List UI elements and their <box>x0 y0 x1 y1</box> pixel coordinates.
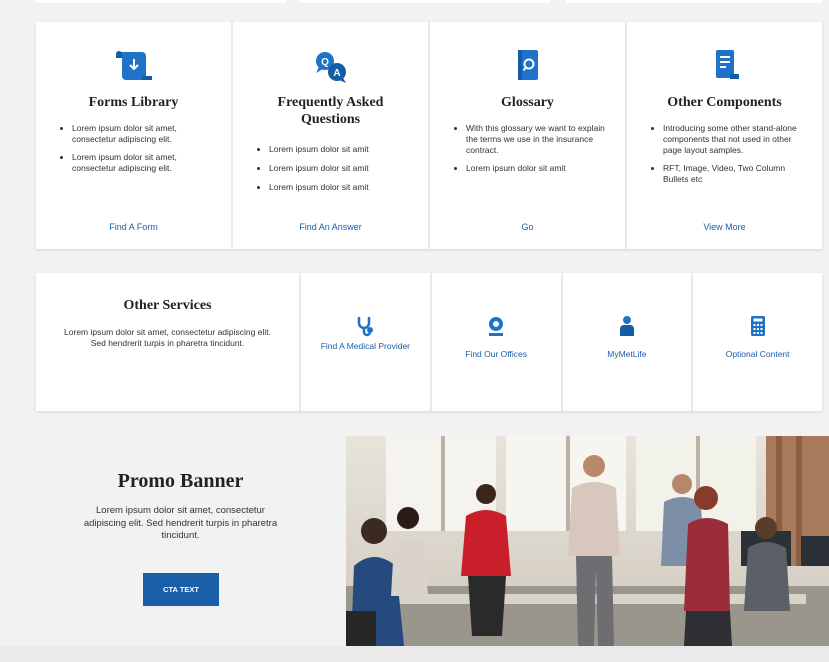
svg-text:Q: Q <box>321 57 329 68</box>
location-pin-icon <box>489 317 504 336</box>
bullet-list: With this glossary we want to explain th… <box>448 123 607 174</box>
top-strip-segment <box>36 0 286 3</box>
card-title: Glossary <box>501 95 554 110</box>
promo-title: Promo Banner <box>117 470 244 492</box>
list-item: Lorem ipsum dolor sit amit <box>269 163 410 174</box>
promo-banner: Promo Banner Lorem ipsum dolor sit amet,… <box>0 436 829 646</box>
other-services-row: Other Services Lorem ipsum dolor sit ame… <box>36 273 822 411</box>
cta-button[interactable]: CTA TEXT <box>143 573 219 606</box>
card-title: Frequently Asked Questions <box>277 95 384 127</box>
list-item: RFT, Image, Video, Two Column Bullets et… <box>663 163 804 185</box>
list-item: Lorem ipsum dolor sit amet, consectetur … <box>72 123 213 145</box>
user-icon <box>619 316 634 336</box>
bullet-list: Introducing some other stand-alone compo… <box>645 123 804 185</box>
calculator-icon <box>750 316 765 336</box>
promo-description: Lorem ipsum dolor sit amet, consectetur … <box>83 505 278 541</box>
service-find-medical-provider[interactable]: Find A Medical Provider <box>301 273 430 411</box>
qa-bubbles-icon: Q A <box>315 52 346 83</box>
card-other-components: Other Components Introducing some other … <box>627 22 822 249</box>
service-mymetlife[interactable]: MyMetLife <box>562 273 692 411</box>
promo-text: Promo Banner Lorem ipsum dolor sit amet,… <box>14 436 347 646</box>
stethoscope-icon <box>358 317 374 337</box>
top-strip-segment <box>566 0 822 3</box>
bullet-list: Lorem ipsum dolor sit amet, consectetur … <box>54 123 213 174</box>
list-item: With this glossary we want to explain th… <box>466 123 607 156</box>
top-strip-segment <box>300 0 550 3</box>
view-more-link[interactable]: View More <box>627 222 822 232</box>
card-faq: Q A Frequently Asked Questions Lorem ips… <box>233 22 428 249</box>
bottom-strip <box>0 646 829 662</box>
service-label: Optional Content <box>725 349 790 359</box>
bullet-list: Lorem ipsum dolor sit amit Lorem ipsum d… <box>251 144 410 193</box>
list-item: Lorem ipsum dolor sit amit <box>269 144 410 155</box>
card-title: Other Components <box>667 95 782 110</box>
list-item: Introducing some other stand-alone compo… <box>663 123 804 156</box>
service-label: MyMetLife <box>607 349 647 359</box>
scroll-download-icon <box>115 51 152 80</box>
card-title: Forms Library <box>88 95 179 110</box>
service-label: Find A Medical Provider <box>320 341 411 351</box>
service-find-our-offices[interactable]: Find Our Offices <box>431 273 561 411</box>
list-item: Lorem ipsum dolor sit amit <box>466 163 607 174</box>
other-services-intro: Other Services Lorem ipsum dolor sit ame… <box>36 273 299 411</box>
find-a-form-link[interactable]: Find A Form <box>36 222 231 232</box>
top-strip <box>0 0 829 22</box>
list-item: Lorem ipsum dolor sit amet, consectetur … <box>72 152 213 174</box>
resource-cards-row: Forms Library Lorem ipsum dolor sit amet… <box>36 22 822 249</box>
go-link[interactable]: Go <box>430 222 625 232</box>
services-title: Other Services <box>123 298 212 313</box>
card-glossary: Glossary With this glossary we want to e… <box>430 22 625 249</box>
service-optional-content[interactable]: Optional Content <box>693 273 822 411</box>
card-forms-library: Forms Library Lorem ipsum dolor sit amet… <box>36 22 231 249</box>
services-description: Lorem ipsum dolor sit amet, consectetur … <box>64 327 271 348</box>
svg-text:A: A <box>333 68 340 79</box>
list-item: Lorem ipsum dolor sit amit <box>269 182 410 193</box>
document-icon <box>715 50 739 79</box>
find-an-answer-link[interactable]: Find An Answer <box>233 222 428 232</box>
book-search-icon <box>517 50 538 80</box>
office-team-photo <box>346 436 829 646</box>
service-label: Find Our Offices <box>465 349 527 359</box>
